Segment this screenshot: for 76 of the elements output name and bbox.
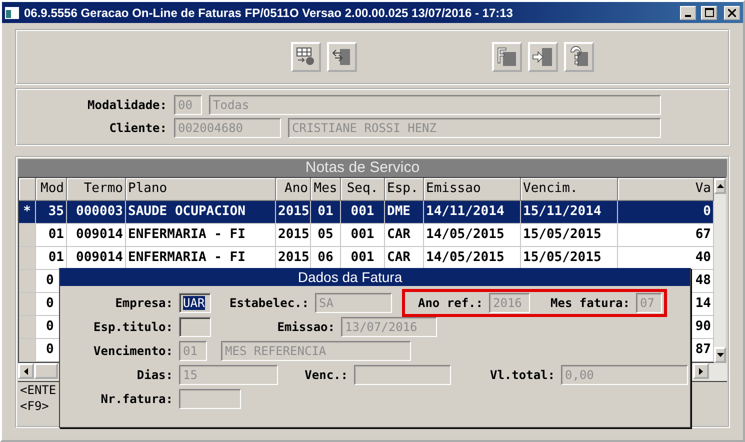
table-cell: CAR: [385, 224, 424, 247]
table-cell: 01: [311, 201, 341, 224]
input-field[interactable]: UAR: [179, 292, 211, 312]
table-cell: 05: [311, 224, 341, 247]
status-line: <ENTE: [19, 382, 56, 398]
field-label: Vl.total:: [488, 368, 555, 382]
table-cell: 35: [36, 201, 67, 224]
minimize-button[interactable]: [680, 6, 696, 20]
table-cell: 2015: [276, 224, 311, 247]
table-cell: 14/11/2014: [424, 201, 521, 224]
left-arrow-icon: [24, 368, 28, 374]
toolbar-button[interactable]: [291, 42, 321, 72]
table-cell: 2015: [276, 201, 311, 224]
field-label: Emissao:: [276, 320, 335, 334]
table-cell: ENFERMARIA - FI: [126, 224, 276, 247]
field-label: Ano ref.:: [416, 296, 483, 310]
close-button[interactable]: [724, 6, 740, 20]
dialog-title: Dados da Fatura: [60, 268, 690, 286]
table-cell: 009014: [67, 224, 126, 247]
column-header[interactable]: Emissao: [424, 178, 521, 201]
field-label: Empresa:: [114, 296, 173, 310]
field-label: Venc.:: [304, 368, 348, 382]
grid-corner: [19, 178, 36, 201]
column-header[interactable]: Mes: [311, 178, 341, 201]
up-arrow-icon: [716, 184, 724, 188]
close-icon: [728, 8, 736, 16]
table-cell: SAUDE OCUPACION: [126, 201, 276, 224]
grid-gear-icon: [295, 46, 317, 68]
minimize-icon: [685, 14, 691, 16]
row-marker: *: [19, 201, 36, 224]
scroll-thumb[interactable]: [34, 363, 58, 379]
table-cell: 15/11/2014: [521, 201, 618, 224]
scroll-down-button[interactable]: [714, 347, 726, 363]
table-cell: 001: [341, 224, 385, 247]
table-cell: 000003: [67, 201, 126, 224]
field-label: Nr.fatura:: [100, 392, 173, 406]
column-header[interactable]: Termo: [67, 178, 126, 201]
help-icon: [568, 46, 590, 68]
table-cell: 15/05/2015: [521, 224, 618, 247]
column-header[interactable]: Esp.: [385, 178, 424, 201]
arrows-door-icon: [331, 46, 353, 68]
status-line: <F9>: [19, 398, 49, 414]
field-label: Modalidade:: [86, 98, 167, 112]
scroll-right-button[interactable]: [693, 363, 709, 379]
toolbar-button[interactable]: [327, 42, 357, 72]
table-cell: 01: [36, 224, 67, 247]
field-label: Cliente:: [108, 121, 167, 135]
table-cell: 001: [341, 201, 385, 224]
toolbar-button[interactable]: [492, 42, 522, 72]
field-label: Dias:: [136, 368, 173, 382]
down-arrow-icon: [716, 353, 724, 357]
column-header[interactable]: Va: [618, 178, 714, 201]
column-header[interactable]: Plano: [126, 178, 276, 201]
grid-title: Notas de Servico: [18, 159, 727, 177]
column-header[interactable]: Mod: [36, 178, 67, 201]
maximize-button[interactable]: [701, 6, 717, 20]
field-label: Estabelec.:: [228, 296, 309, 310]
field-label: Esp.titulo:: [92, 320, 173, 334]
right-arrow-icon: [699, 368, 703, 374]
column-header[interactable]: Ano: [276, 178, 311, 201]
maximize-icon: [704, 8, 714, 17]
window-title: 06.9.5556 Geracao On-Line de Faturas FP/0511O Versao 2.00.00.025 13/07/2016 - 17:13: [24, 6, 514, 20]
toolbar-button[interactable]: [528, 42, 558, 72]
toolbar-button[interactable]: [564, 42, 594, 72]
document-icon: [496, 46, 518, 68]
input-field[interactable]: [179, 316, 211, 336]
exit-door-icon: [532, 46, 554, 68]
table-cell: DME: [385, 201, 424, 224]
field-label: Vencimento:: [92, 344, 173, 358]
column-header[interactable]: Seq.: [341, 178, 385, 201]
table-cell: 14/05/2015: [424, 224, 521, 247]
scroll-up-button[interactable]: [714, 178, 726, 194]
table-cell: 0: [618, 201, 714, 224]
column-header[interactable]: Vencim.: [521, 178, 618, 201]
app-icon: [5, 6, 19, 18]
scroll-left-button[interactable]: [18, 363, 34, 379]
